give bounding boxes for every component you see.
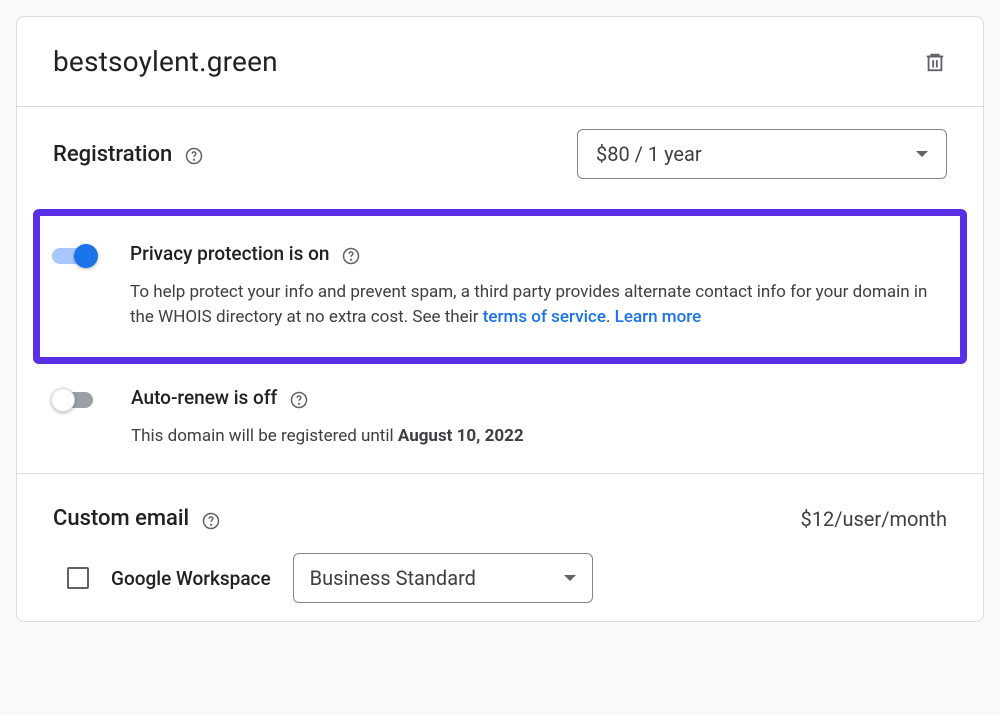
privacy-help-icon[interactable] xyxy=(341,246,361,266)
autorenew-title-group: Auto-renew is off xyxy=(131,386,947,410)
delete-button[interactable] xyxy=(923,50,947,74)
custom-email-price: $12/user/month xyxy=(800,507,947,531)
registration-title: Registration xyxy=(53,142,172,167)
card-header: bestsoylent.green xyxy=(17,17,983,107)
autorenew-toggle[interactable] xyxy=(53,389,99,409)
help-icon xyxy=(290,391,308,409)
select-value: Business Standard xyxy=(310,566,476,590)
privacy-content: Privacy protection is on To help protect… xyxy=(130,242,940,331)
toggle-thumb xyxy=(51,388,75,412)
autorenew-toggle-row: Auto-renew is off This domain will be re… xyxy=(53,380,947,455)
privacy-title-group: Privacy protection is on xyxy=(130,242,940,266)
select-value: $80 / 1 year xyxy=(596,142,702,166)
chevron-down-icon xyxy=(916,151,928,157)
workspace-plan-select[interactable]: Business Standard xyxy=(293,553,593,603)
privacy-toggle[interactable] xyxy=(52,245,98,265)
help-icon xyxy=(342,247,360,265)
custom-email-title: Custom email xyxy=(53,506,189,531)
workspace-checkbox[interactable] xyxy=(67,567,89,589)
registration-row: Registration $80 / 1 year xyxy=(53,129,947,179)
help-icon xyxy=(185,147,203,165)
separator: . xyxy=(606,307,615,327)
autorenew-content: Auto-renew is off This domain will be re… xyxy=(131,386,947,449)
custom-email-section: Custom email $12/user/month Google Works… xyxy=(17,482,983,621)
registration-title-group: Registration xyxy=(53,142,204,167)
autorenew-desc-prefix: This domain will be registered until xyxy=(131,426,398,446)
help-icon xyxy=(202,512,220,530)
custom-email-title-group: Custom email xyxy=(53,506,221,531)
learn-more-link[interactable]: Learn more xyxy=(615,307,702,327)
registration-section: Registration $80 / 1 year Privacy protec… xyxy=(17,107,983,482)
autorenew-title: Auto-renew is off xyxy=(131,386,277,409)
domain-title: bestsoylent.green xyxy=(53,45,278,78)
trash-icon xyxy=(924,51,946,73)
custom-email-help-icon[interactable] xyxy=(201,511,221,531)
section-divider xyxy=(17,473,983,474)
privacy-highlight-box: Privacy protection is on To help protect… xyxy=(33,209,967,364)
registration-help-icon[interactable] xyxy=(184,146,204,166)
registration-term-select[interactable]: $80 / 1 year xyxy=(577,129,947,179)
privacy-toggle-row: Privacy protection is on To help protect… xyxy=(52,236,940,337)
toggle-thumb xyxy=(74,244,98,268)
custom-email-header: Custom email $12/user/month xyxy=(53,506,947,531)
domain-settings-card: bestsoylent.green Registration $80 / 1 y… xyxy=(16,16,984,622)
tos-link[interactable]: terms of service xyxy=(483,307,606,327)
autorenew-date: August 10, 2022 xyxy=(398,426,524,446)
workspace-row: Google Workspace Business Standard xyxy=(53,553,947,603)
autorenew-help-icon[interactable] xyxy=(289,390,309,410)
autorenew-description: This domain will be registered until Aug… xyxy=(131,424,947,450)
privacy-description: To help protect your info and prevent sp… xyxy=(130,280,940,331)
workspace-label: Google Workspace xyxy=(111,567,271,590)
chevron-down-icon xyxy=(564,575,576,581)
privacy-title: Privacy protection is on xyxy=(130,242,329,265)
